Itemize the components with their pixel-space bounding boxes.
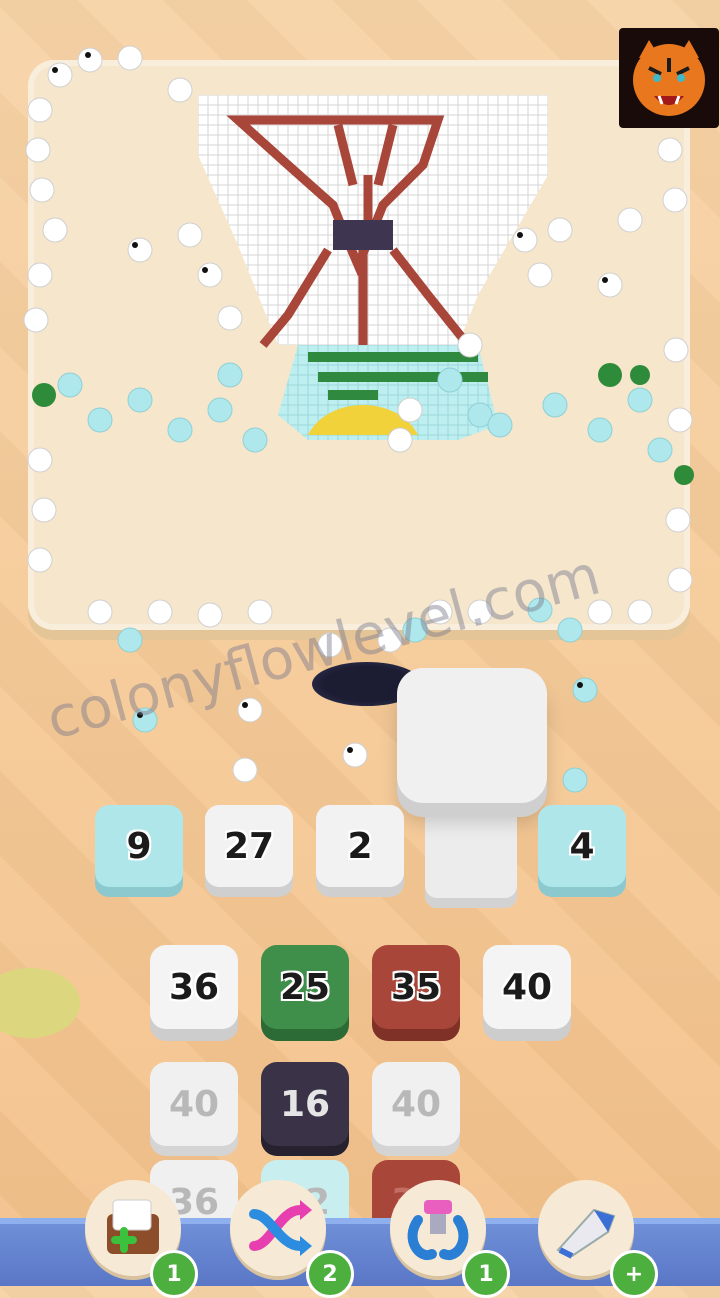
tile-value: 40 [501,966,553,1008]
slot-value: 27 [223,825,275,867]
tile-r2-c3: 40 [372,1062,460,1146]
slot-4[interactable]: 4 [538,805,626,887]
hourglass-pixel-art-icon [198,95,548,440]
holder-stand [425,800,517,908]
tile-value: 16 [279,1083,331,1125]
slot-2[interactable]: 27 [205,805,293,887]
tile-r1-c4[interactable]: 40 [483,945,571,1029]
shuffle-count: 2 [306,1250,354,1298]
slot-1[interactable]: 9 [95,805,183,887]
vacuum-add[interactable]: + [610,1250,658,1298]
ice-cream-decoration [0,968,80,1038]
slot-value: 9 [126,825,152,867]
block-holder[interactable] [397,668,547,803]
tiger-logo-icon [633,40,705,116]
tile-r1-c3[interactable]: 35 [372,945,460,1029]
tile-value: 35 [390,966,442,1008]
tile-r2-c2: 16 [261,1062,349,1146]
tile-r1-c2[interactable]: 25 [261,945,349,1029]
slot-value: 2 [347,825,373,867]
tile-r1-c1[interactable]: 36 [150,945,238,1029]
tile-r2-c1: 40 [150,1062,238,1146]
magnet-claw-count: 1 [462,1250,510,1298]
tiger-logo [619,28,719,128]
slot-value: 4 [569,825,595,867]
tile-value: 36 [168,966,220,1008]
tile-value: 25 [279,966,331,1008]
tile-value: 40 [168,1083,220,1125]
tile-value: 40 [390,1083,442,1125]
slot-3[interactable]: 2 [316,805,404,887]
add-box-count: 1 [150,1250,198,1298]
